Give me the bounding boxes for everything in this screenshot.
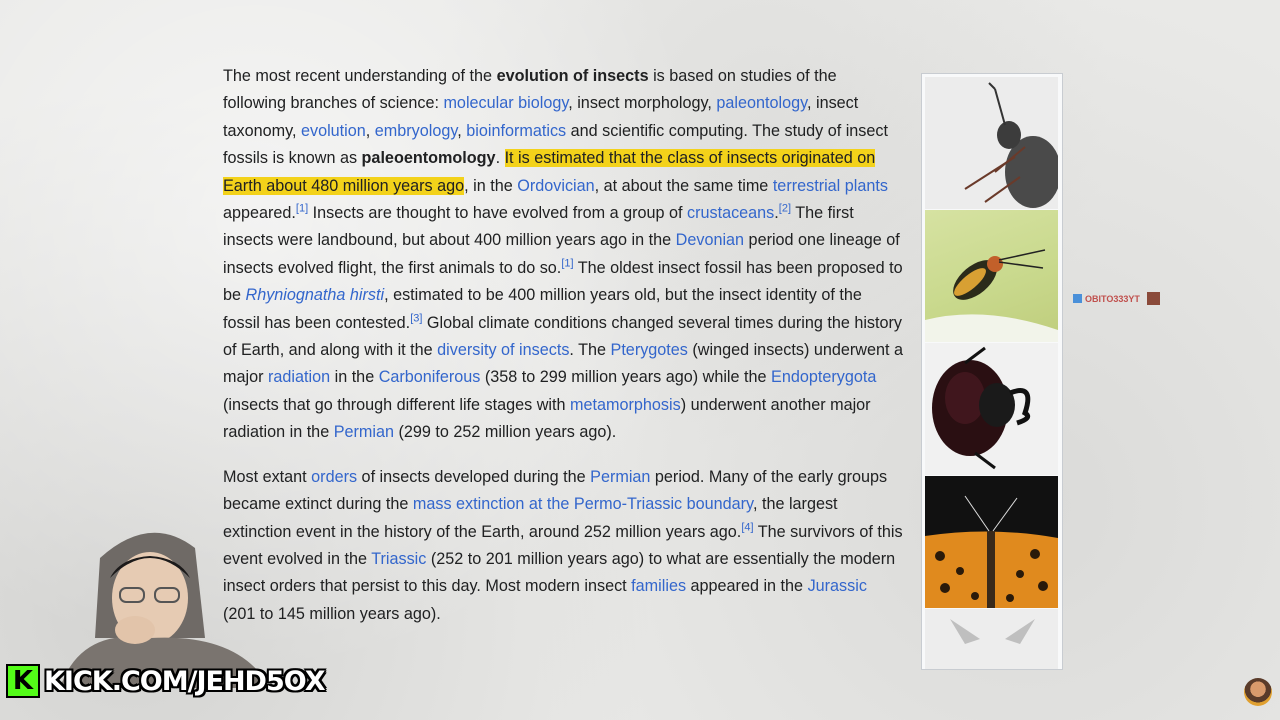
watermark-avatar xyxy=(1146,292,1160,305)
link-jurassic[interactable]: Jurassic xyxy=(808,577,867,595)
kick-channel-url: KICK.COM/JEHD5OX xyxy=(44,665,326,697)
link-ordovician[interactable]: Ordovician xyxy=(517,177,594,195)
webcam-figure xyxy=(60,532,270,688)
text: of insects developed during the xyxy=(357,467,591,486)
streamer-webcam xyxy=(40,518,290,688)
text: Most extant xyxy=(223,467,312,486)
butterfly-image[interactable] xyxy=(925,476,1058,608)
stag-beetle-image[interactable] xyxy=(925,343,1058,475)
wing-illustration xyxy=(950,619,1035,644)
citation-3[interactable]: [3] xyxy=(410,312,422,324)
link-rhyniognatha[interactable]: Rhyniognatha hirsti xyxy=(246,286,385,304)
text: appeared in the xyxy=(686,577,808,596)
kick-logo: K xyxy=(6,664,40,698)
link-molecular-biology[interactable]: molecular biology xyxy=(443,94,568,112)
text: Insects are thought to have evolved from… xyxy=(308,204,687,223)
link-permian[interactable]: Permian xyxy=(334,423,394,441)
link-metamorphosis[interactable]: metamorphosis xyxy=(570,396,681,414)
kick-channel-banner: K KICK.COM/JEHD5OX xyxy=(6,664,326,698)
link-evolution[interactable]: evolution xyxy=(301,122,366,140)
text: . xyxy=(495,149,505,168)
text: , insect morphology, xyxy=(568,94,717,113)
link-terrestrial-plants[interactable]: terrestrial plants xyxy=(773,177,888,195)
link-permian-2[interactable]: Permian xyxy=(590,468,650,486)
text: in the xyxy=(330,368,379,387)
text: , at about the same time xyxy=(594,176,773,195)
butterfly-illustration xyxy=(925,495,1058,608)
link-crustaceans[interactable]: crustaceans xyxy=(687,204,774,222)
link-triassic[interactable]: Triassic xyxy=(371,550,426,568)
beetle-on-leaf-image[interactable] xyxy=(925,210,1058,342)
citation-1[interactable]: [1] xyxy=(296,203,308,215)
text: , in the xyxy=(464,176,518,195)
link-bioinformatics[interactable]: bioinformatics xyxy=(466,122,566,140)
link-embryology[interactable]: embryology xyxy=(375,122,457,140)
wing-image[interactable] xyxy=(925,609,1058,669)
text: (299 to 252 million years ago). xyxy=(393,423,617,442)
twitter-icon xyxy=(1073,294,1082,303)
watermark-text: OBITO333YT xyxy=(1085,293,1140,304)
text: . The xyxy=(569,341,611,360)
link-pterygotes[interactable]: Pterygotes xyxy=(611,341,688,359)
article-content: The most recent understanding of the evo… xyxy=(223,63,903,645)
insect-image-gallery xyxy=(921,73,1063,670)
link-families[interactable]: families xyxy=(631,577,686,595)
watermark: OBITO333YT xyxy=(1073,292,1160,305)
link-mass-extinction[interactable]: mass extinction at the Permo-Triassic bo… xyxy=(413,495,753,513)
link-diversity-of-insects[interactable]: diversity of insects xyxy=(437,341,569,359)
weevil-illustration xyxy=(964,82,1058,208)
link-devonian[interactable]: Devonian xyxy=(676,231,744,249)
beetle-illustration xyxy=(925,249,1058,342)
article-paragraph-2: Most extant orders of insects developed … xyxy=(223,464,903,628)
link-orders[interactable]: orders xyxy=(311,468,357,486)
text: , xyxy=(457,121,467,140)
text: (358 to 299 million years ago) while the xyxy=(480,368,772,387)
citation-2[interactable]: [2] xyxy=(779,203,791,215)
text: The most recent understanding of the xyxy=(223,67,497,85)
link-paleontology[interactable]: paleontology xyxy=(716,94,807,112)
text: (insects that go through different life … xyxy=(223,395,571,414)
citation-1b[interactable]: [1] xyxy=(561,257,573,269)
link-radiation[interactable]: radiation xyxy=(268,368,330,386)
stag-beetle-illustration xyxy=(932,346,1031,470)
text: appeared. xyxy=(223,204,296,223)
link-endopterygota[interactable]: Endopterygota xyxy=(771,368,876,386)
bold-term: evolution of insects xyxy=(496,67,649,85)
bold-term: paleoentomology xyxy=(361,149,496,168)
channel-avatar xyxy=(1244,678,1272,706)
link-carboniferous[interactable]: Carboniferous xyxy=(379,368,481,386)
text: , xyxy=(365,121,375,140)
article-paragraph-1: The most recent understanding of the evo… xyxy=(223,63,903,447)
weevil-image[interactable] xyxy=(925,77,1058,209)
citation-4[interactable]: [4] xyxy=(741,521,753,533)
